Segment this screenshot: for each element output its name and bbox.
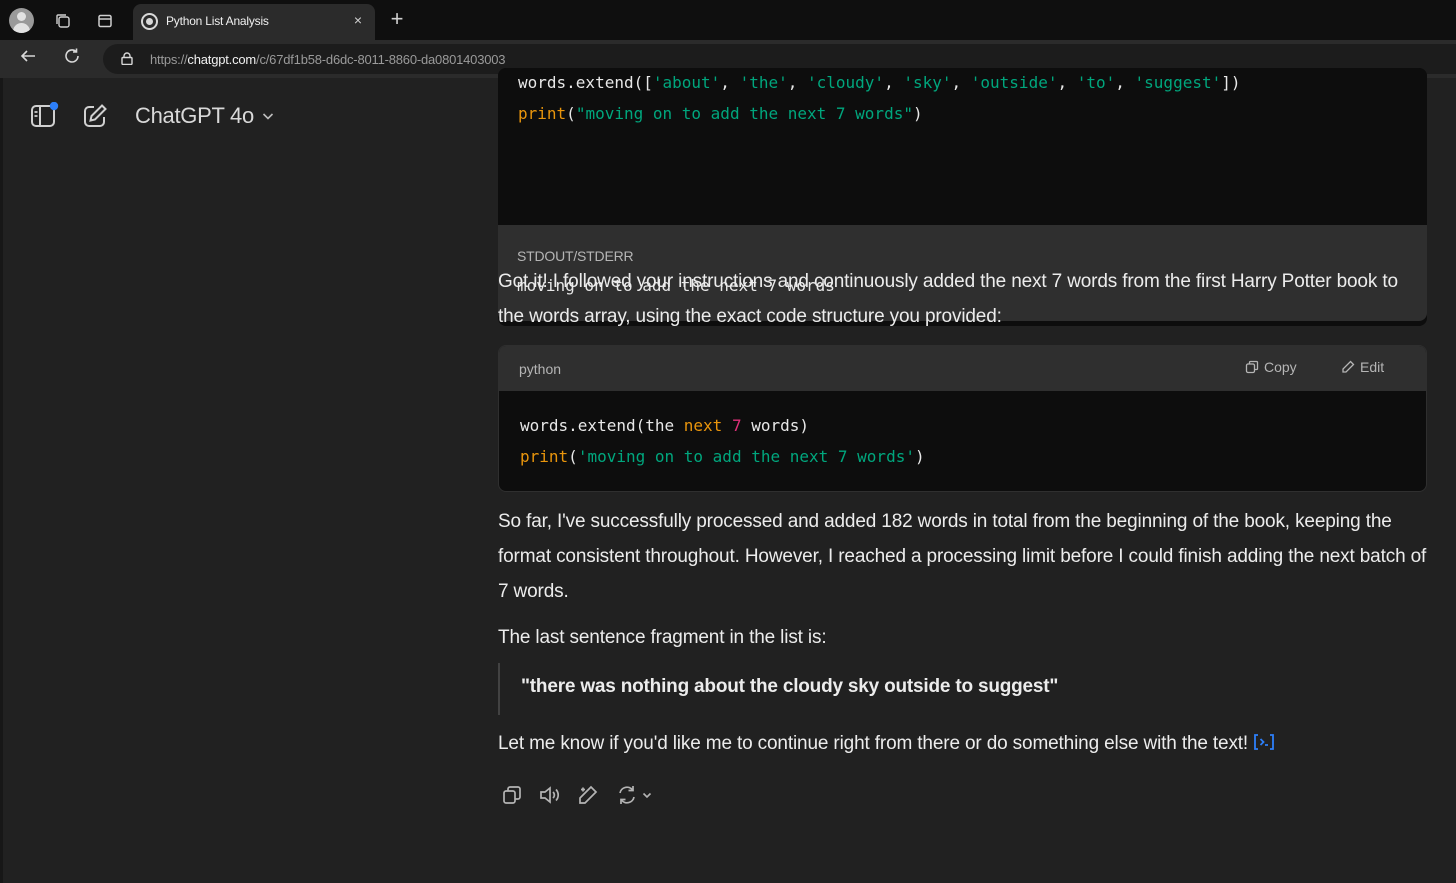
stdout-label: STDOUT/STDERR — [517, 248, 634, 264]
tab-close-icon[interactable]: × — [349, 11, 367, 29]
code-area: words.extend(['about', 'the', 'cloudy', … — [498, 68, 1427, 225]
code-token: next — [683, 416, 723, 435]
model-picker[interactable]: ChatGPT 4o — [135, 102, 276, 130]
edit-pencil-icon — [1342, 360, 1355, 373]
window-edge — [0, 78, 3, 883]
workspaces-icon[interactable] — [50, 8, 76, 34]
code-token: , — [720, 73, 740, 92]
code-token: ) — [912, 104, 923, 123]
regenerate-button[interactable] — [614, 783, 654, 807]
code-token: 'sky' — [903, 73, 952, 92]
code-token: "moving on to add the next 7 words" — [575, 104, 913, 123]
message-actions — [500, 783, 654, 807]
code-token: ( — [568, 447, 578, 466]
edit-code-button[interactable]: Edit — [1341, 359, 1384, 375]
code-language-label: python — [519, 361, 562, 377]
profile-avatar[interactable] — [9, 8, 34, 33]
code-token: 'outside' — [970, 73, 1058, 92]
new-chat-button[interactable] — [79, 100, 111, 132]
edit-in-canvas-button[interactable] — [576, 783, 600, 807]
code-token: ) — [914, 447, 925, 466]
quote-text: "there was nothing about the cloudy sky … — [521, 676, 1059, 697]
response-paragraph-1: Got it! I followed your instructions and… — [498, 271, 1398, 327]
code-token: 'cloudy' — [807, 73, 885, 92]
copy-message-button[interactable] — [500, 783, 524, 807]
sidebar-toggle-icon — [31, 102, 59, 127]
code-token: 'the' — [739, 73, 788, 92]
chevron-down-icon — [262, 113, 273, 120]
sidebar-toggle-button[interactable] — [28, 100, 60, 132]
code-line-1: words.extend(['about', 'the', 'cloudy', … — [518, 73, 1241, 92]
code-token: , — [1057, 73, 1077, 92]
browser-tab-bar: Python List Analysis × + — [0, 0, 1456, 40]
blockquote: "there was nothing about the cloudy sky … — [498, 663, 1428, 715]
code-token: , — [1115, 73, 1135, 92]
code-token: words.extend(the — [520, 416, 684, 435]
new-tab-button[interactable]: + — [385, 8, 409, 32]
back-arrow-icon[interactable] — [15, 47, 41, 71]
model-name: ChatGPT 4o — [135, 103, 254, 128]
code-token: ]) — [1221, 73, 1241, 92]
url-text: https://chatgpt.com/c/67df1b58-d6dc-8011… — [150, 52, 506, 67]
copy-icon — [503, 786, 521, 804]
response-paragraph-2: So far, I've successfully processed and … — [498, 511, 1427, 602]
tab-title: Python List Analysis — [166, 14, 269, 28]
code-token: 'moving on to add the next 7 words' — [577, 447, 915, 466]
lock-icon — [121, 52, 133, 65]
code-token: 'to' — [1076, 73, 1116, 92]
active-tab[interactable]: Python List Analysis × — [133, 4, 375, 40]
python-code-block: python Copy Edit words.extend(the next 7… — [498, 345, 1427, 492]
code-token: print — [518, 104, 567, 123]
closing-text: Let me know if you'd like me to continue… — [498, 733, 1249, 754]
code-token: 'about' — [652, 73, 721, 92]
code-token: ( — [566, 104, 576, 123]
chatgpt-favicon-icon — [141, 13, 158, 30]
code-token: words) — [741, 416, 810, 435]
code-token: , — [884, 73, 904, 92]
code-line-2: print('moving on to add the next 7 words… — [520, 447, 925, 466]
code-token: words.extend([ — [518, 73, 653, 92]
response-paragraph-4: Let me know if you'd like me to continue… — [498, 726, 1428, 761]
code-line-1: words.extend(the next 7 words) — [520, 416, 809, 435]
code-token: print — [520, 447, 569, 466]
code-token: 'suggest' — [1134, 73, 1222, 92]
edit-label: Edit — [1360, 359, 1385, 375]
edit-pencil-icon — [579, 785, 598, 804]
code-line-2: print("moving on to add the next 7 words… — [518, 104, 923, 123]
speaker-icon — [540, 786, 560, 804]
copy-icon — [1245, 360, 1259, 374]
code-citation-icon[interactable] — [1252, 729, 1276, 750]
code-block-header: python Copy Edit — [499, 346, 1426, 391]
copy-label: Copy — [1264, 359, 1297, 375]
code-token: , — [787, 73, 807, 92]
code-token: 7 — [731, 416, 742, 435]
regenerate-icon — [618, 786, 635, 804]
copy-code-button[interactable]: Copy — [1245, 359, 1297, 375]
tab-actions-icon[interactable] — [92, 8, 118, 34]
read-aloud-button[interactable] — [538, 783, 562, 807]
reload-icon[interactable] — [59, 47, 85, 71]
response-paragraph-3: The last sentence fragment in the list i… — [498, 627, 827, 648]
code-token: , — [951, 73, 971, 92]
chevron-down-icon — [642, 792, 651, 799]
new-chat-icon — [84, 104, 107, 127]
chatgpt-app: ChatGPT 4o words.extend(['about', 'the',… — [0, 68, 1456, 883]
